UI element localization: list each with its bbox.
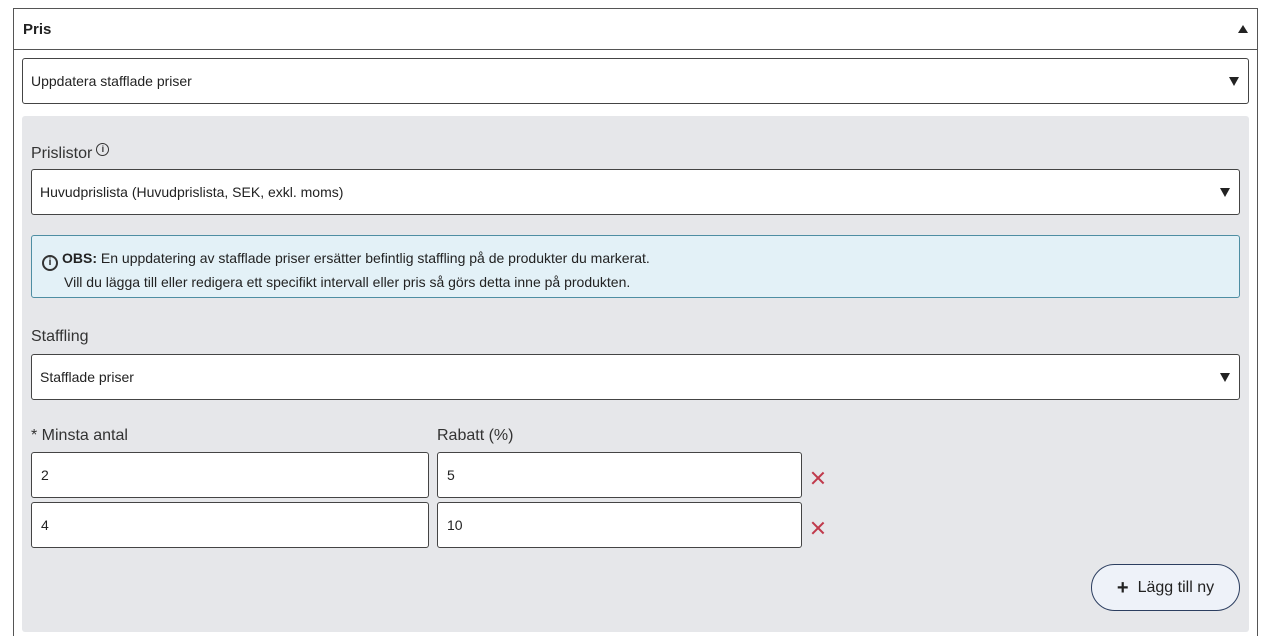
pricelist-select[interactable]: Huvudprislista (Huvudprislista, SEK, exk… [31,169,1240,215]
info-notice: i OBS: En uppdatering av stafflade priser… [31,235,1240,298]
notice-line-2: Vill du lägga till eller redigera ett sp… [64,274,631,290]
remove-row-icon[interactable] [810,470,826,486]
caret-down-icon [1229,77,1239,86]
plus-icon: + [1116,576,1129,599]
caret-down-icon [1220,188,1230,197]
action-select[interactable]: Uppdatera stafflade priser [22,58,1249,104]
min-quantity-input-1[interactable]: 2 [31,452,429,498]
notice-bold: OBS: [62,250,97,266]
add-tier-label: Lägg till ny [1137,578,1215,596]
notice-text-1: En uppdatering av stafflade priser ersät… [100,250,650,266]
min-quantity-label: * Minsta antal [31,427,128,444]
notice-line-1: i OBS: En uppdatering av stafflade priser… [42,247,1229,271]
discount-input-2[interactable]: 10 [437,502,802,548]
discount-label: Rabatt (%) [437,427,514,444]
panel-header[interactable]: Pris [14,9,1257,50]
staffling-select[interactable]: Stafflade priser [31,354,1240,400]
add-tier-button[interactable]: + Lägg till ny [1091,564,1240,611]
info-icon[interactable]: i [96,143,110,156]
pricelist-select-value: Huvudprislista (Huvudprislista, SEK, exk… [40,184,344,200]
panel-title: Pris [23,20,52,38]
chevron-up-icon[interactable] [1238,25,1248,33]
discount-input-1[interactable]: 5 [437,452,802,498]
info-icon: i [42,255,58,271]
action-select-value: Uppdatera stafflade priser [31,73,192,89]
staffling-select-value: Stafflade priser [40,369,134,385]
remove-row-icon[interactable] [810,520,826,536]
pricelists-label: Prislistor i [31,143,110,163]
staffling-label: Staffling [31,328,89,345]
caret-down-icon [1220,373,1230,382]
min-quantity-input-2[interactable]: 4 [31,502,429,548]
